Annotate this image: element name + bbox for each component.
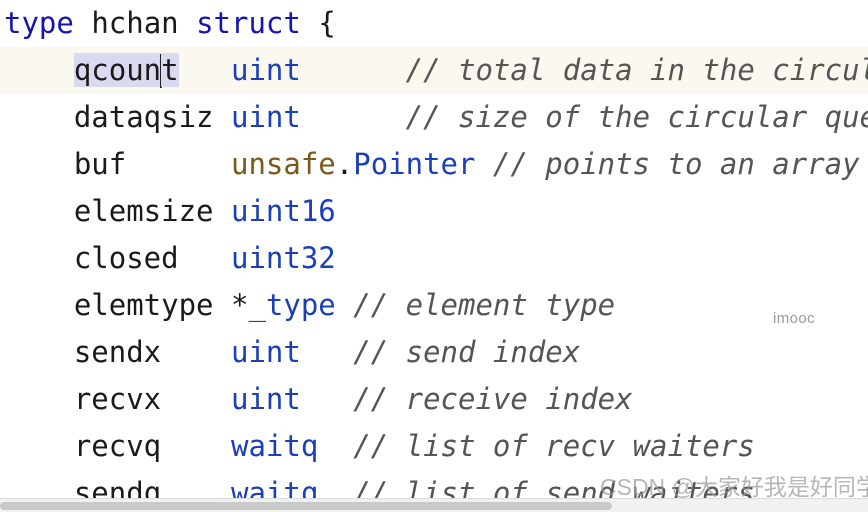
code-line[interactable]: qcount uint // total data in the circula… [0, 47, 868, 94]
code-comment: // size of the circular queue [405, 100, 868, 134]
code-type: uint [231, 100, 301, 134]
code-type: _type [248, 288, 336, 322]
code-line[interactable]: buf unsafe.Pointer // points to an array… [0, 141, 868, 188]
code-line[interactable]: dataqsiz uint // size of the circular qu… [0, 94, 868, 141]
code-line[interactable]: elemsize uint16 [0, 188, 868, 235]
code-type: waitq [231, 429, 319, 463]
code-line[interactable]: recvx uint // receive index [0, 376, 868, 423]
code-punctuation: * [231, 288, 249, 322]
code-identifier: t [161, 53, 179, 87]
code-content-area[interactable]: type hchan struct { qcount uint // total… [0, 0, 868, 498]
code-type: waitq [231, 476, 319, 498]
code-identifier: recvx [73, 382, 162, 416]
code-type: uint [231, 382, 301, 416]
code-type: uint16 [231, 194, 336, 228]
code-type: Pointer [353, 147, 476, 181]
code-identifier: elemsize [73, 194, 214, 228]
code-package: unsafe [231, 147, 336, 181]
csdn-watermark: CSDN @大家好我是好同学 [600, 474, 868, 500]
code-identifier: buf [73, 147, 127, 181]
code-comment: // list of recv waiters [353, 429, 755, 463]
code-keyword: struct [196, 6, 301, 40]
code-identifier: dataqsiz [73, 100, 214, 134]
code-line[interactable]: sendx uint // send index [0, 329, 868, 376]
code-punctuation: { [318, 6, 336, 40]
code-comment: // total data in the circular queue [405, 53, 868, 87]
horizontal-scrollbar-thumb[interactable] [0, 502, 612, 510]
code-identifier: qcoun [73, 53, 162, 87]
code-identifier: closed [73, 241, 179, 275]
code-identifier: recvq [73, 429, 162, 463]
code-editor: type hchan struct { qcount uint // total… [0, 0, 868, 512]
code-line[interactable]: type hchan struct { [0, 0, 868, 47]
code-identifier: sendx [73, 335, 162, 369]
code-line[interactable]: elemtype *_type // element type [0, 282, 868, 329]
code-keyword: type [4, 6, 74, 40]
code-comment: // element type [353, 288, 616, 322]
code-punctuation: . [335, 147, 354, 181]
code-type: uint32 [231, 241, 336, 275]
imooc-watermark: imooc [773, 310, 816, 327]
code-comment: // send index [353, 335, 581, 369]
code-line[interactable]: recvq waitq // list of recv waiters [0, 423, 868, 470]
code-identifier: hchan [91, 6, 179, 40]
code-comment: // receive index [353, 382, 633, 416]
horizontal-scrollbar[interactable] [0, 498, 868, 512]
code-type: uint [231, 335, 301, 369]
code-comment: // points to an array of dataqsiz elemen… [492, 147, 860, 181]
code-identifier: elemtype [73, 288, 214, 322]
code-identifier: sendq [73, 476, 162, 498]
code-line[interactable]: closed uint32 [0, 235, 868, 282]
code-type: uint [231, 53, 301, 87]
